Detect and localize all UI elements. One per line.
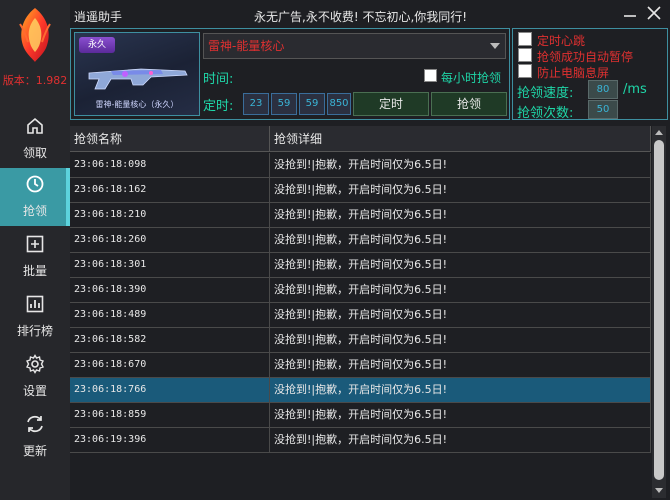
nav-item-update[interactable]: 更新 [0, 408, 70, 466]
nav-item-label: 排行榜 [16, 324, 53, 338]
table-row[interactable]: 23:06:18:210 没抢到!|抱歉，开启时间仅为6.5日! [70, 203, 651, 228]
second-input[interactable]: 59 [299, 93, 325, 115]
options-panel: 定时心跳 抢领成功自动暂停 防止电脑息屏 抢领速度: 80 /ms 抢领次数: … [512, 28, 668, 121]
cell-time: 23:06:18:210 [70, 203, 270, 227]
gear-icon [26, 354, 44, 374]
speed-input[interactable]: 80 [588, 80, 618, 99]
grab-log-table: 抢领名称 抢领详细 23:06:18:098 没抢到!|抱歉，开启时间仅为6.5日… [70, 126, 652, 498]
heartbeat-label: 定时心跳 [537, 34, 586, 48]
nav-item-label: 领取 [22, 146, 47, 160]
nav-item-settings[interactable]: 设置 [0, 348, 70, 406]
scroll-down-arrow-icon[interactable] [655, 488, 663, 493]
slogan-text: 永无广告,永不收费! 不忘初心,你我同行! [254, 10, 468, 24]
timer-button[interactable]: 定时 [353, 92, 429, 116]
table-row[interactable]: 23:06:18:489 没抢到!|抱歉，开启时间仅为6.5日! [70, 303, 651, 328]
hourly-grab-label: 每小时抢领 [441, 71, 502, 85]
nav-item-label: 抢领 [22, 204, 47, 218]
chevron-down-icon[interactable] [490, 43, 500, 49]
grab-button[interactable]: 抢领 [431, 92, 507, 116]
speed-unit: /ms [623, 82, 647, 97]
item-caption: 雷神-能量核心（永久） [95, 100, 179, 109]
prevent-sleep-label: 防止电脑息屏 [537, 66, 610, 80]
cell-detail: 没抢到!|抱歉，开启时间仅为6.5日! [270, 328, 651, 352]
cell-time: 23:06:18:260 [70, 228, 270, 252]
minimize-icon[interactable] [623, 8, 637, 22]
cell-detail: 没抢到!|抱歉，开启时间仅为6.5日! [270, 153, 651, 177]
minute-input[interactable]: 59 [271, 93, 297, 115]
cell-detail: 没抢到!|抱歉，开启时间仅为6.5日! [270, 303, 651, 327]
cell-detail: 没抢到!|抱歉，开启时间仅为6.5日! [270, 203, 651, 227]
cell-time: 23:06:18:162 [70, 178, 270, 202]
cell-detail: 没抢到!|抱歉，开启时间仅为6.5日! [270, 428, 651, 452]
table-row[interactable]: 23:06:18:260 没抢到!|抱歉，开启时间仅为6.5日! [70, 228, 651, 253]
cell-detail: 没抢到!|抱歉，开启时间仅为6.5日! [270, 228, 651, 252]
table-row[interactable]: 23:06:18:766 没抢到!|抱歉，开启时间仅为6.5日! [70, 378, 651, 403]
millisecond-input[interactable]: 850 [327, 93, 351, 115]
table-row[interactable]: 23:06:18:390 没抢到!|抱歉，开启时间仅为6.5日! [70, 278, 651, 303]
auto-pause-label: 抢领成功自动暂停 [537, 50, 634, 64]
table-row[interactable]: 23:06:18:162 没抢到!|抱歉，开启时间仅为6.5日! [70, 178, 651, 203]
cell-detail: 没抢到!|抱歉，开启时间仅为6.5日! [270, 253, 651, 277]
refresh-icon [27, 415, 43, 433]
table-row[interactable]: 23:06:19:396 没抢到!|抱歉，开启时间仅为6.5日! [70, 428, 651, 453]
nav-item-batch[interactable]: 批量 [0, 228, 70, 286]
column-header-name[interactable]: 抢领名称 [70, 126, 270, 152]
home-icon [27, 117, 43, 134]
item-preview: 永久 雷神-能量核心（永久） [74, 32, 200, 116]
auto-pause-checkbox[interactable] [518, 48, 532, 62]
table-row[interactable]: 23:06:18:301 没抢到!|抱歉，开启时间仅为6.5日! [70, 253, 651, 278]
cell-time: 23:06:18:390 [70, 278, 270, 302]
prevent-sleep-checkbox[interactable] [518, 64, 532, 78]
speed-label: 抢领速度: [517, 86, 574, 101]
chart-icon [26, 295, 44, 313]
nav-item-label: 批量 [22, 264, 47, 278]
clock-icon [26, 175, 44, 193]
rifle-icon [88, 68, 188, 90]
table-row[interactable]: 23:06:18:098 没抢到!|抱歉，开启时间仅为6.5日! [70, 153, 651, 178]
cell-detail: 没抢到!|抱歉，开启时间仅为6.5日! [270, 353, 651, 377]
nav-item-claim[interactable]: 领取 [0, 110, 70, 168]
cell-time: 23:06:18:670 [70, 353, 270, 377]
scrollbar-thumb[interactable] [654, 140, 664, 480]
nav-item-label: 更新 [22, 444, 47, 458]
close-icon[interactable] [645, 4, 663, 22]
sidebar: 版本：1.982 领取 抢领 批量 排行榜 设置 更新 [0, 0, 70, 500]
cell-time: 23:06:18:766 [70, 378, 270, 402]
title-bar: 逍遥助手 永无广告,永不收费! 不忘初心,你我同行! [70, 0, 670, 30]
cell-detail: 没抢到!|抱歉，开启时间仅为6.5日! [270, 403, 651, 427]
table-header: 抢领名称 抢领详细 [70, 126, 651, 152]
nav-item-ranking[interactable]: 排行榜 [0, 288, 70, 346]
table-row[interactable]: 23:06:18:670 没抢到!|抱歉，开启时间仅为6.5日! [70, 353, 651, 378]
count-input[interactable]: 50 [588, 100, 618, 119]
cell-time: 23:06:18:098 [70, 153, 270, 177]
version-label: 版本：1.982 [2, 74, 68, 87]
heartbeat-checkbox[interactable] [518, 32, 532, 46]
hourly-grab-checkbox[interactable] [424, 69, 437, 82]
nav-item-label: 设置 [22, 384, 47, 398]
cell-detail: 没抢到!|抱歉，开启时间仅为6.5日! [270, 278, 651, 302]
cell-detail: 没抢到!|抱歉，开启时间仅为6.5日! [270, 378, 651, 402]
cell-time: 23:06:18:582 [70, 328, 270, 352]
timer-label: 定时: [203, 99, 234, 114]
grab-control-panel: 永久 雷神-能量核心（永久） 雷神-能量核心 时间: 每小时抢领 定时: 23 … [70, 28, 510, 120]
phoenix-logo-icon [19, 8, 51, 62]
app-title: 逍遥助手 [74, 10, 123, 24]
cell-time: 23:06:18:301 [70, 253, 270, 277]
cell-detail: 没抢到!|抱歉，开启时间仅为6.5日! [270, 178, 651, 202]
cell-time: 23:06:19:396 [70, 428, 270, 452]
count-label: 抢领次数: [517, 106, 574, 121]
table-row[interactable]: 23:06:18:859 没抢到!|抱歉，开启时间仅为6.5日! [70, 403, 651, 428]
hour-input[interactable]: 23 [243, 93, 269, 115]
table-row[interactable]: 23:06:18:582 没抢到!|抱歉，开启时间仅为6.5日! [70, 328, 651, 353]
scroll-up-arrow-icon[interactable] [655, 130, 663, 135]
vertical-scrollbar[interactable] [652, 126, 666, 498]
nav-item-grab[interactable]: 抢领 [0, 168, 70, 226]
column-header-detail[interactable]: 抢领详细 [270, 126, 651, 152]
cell-time: 23:06:18:489 [70, 303, 270, 327]
item-tag-badge: 永久 [79, 37, 115, 53]
item-select-dropdown[interactable]: 雷神-能量核心 [203, 33, 506, 59]
plus-square-icon [26, 235, 44, 253]
cell-time: 23:06:18:859 [70, 403, 270, 427]
time-label: 时间: [203, 72, 234, 87]
